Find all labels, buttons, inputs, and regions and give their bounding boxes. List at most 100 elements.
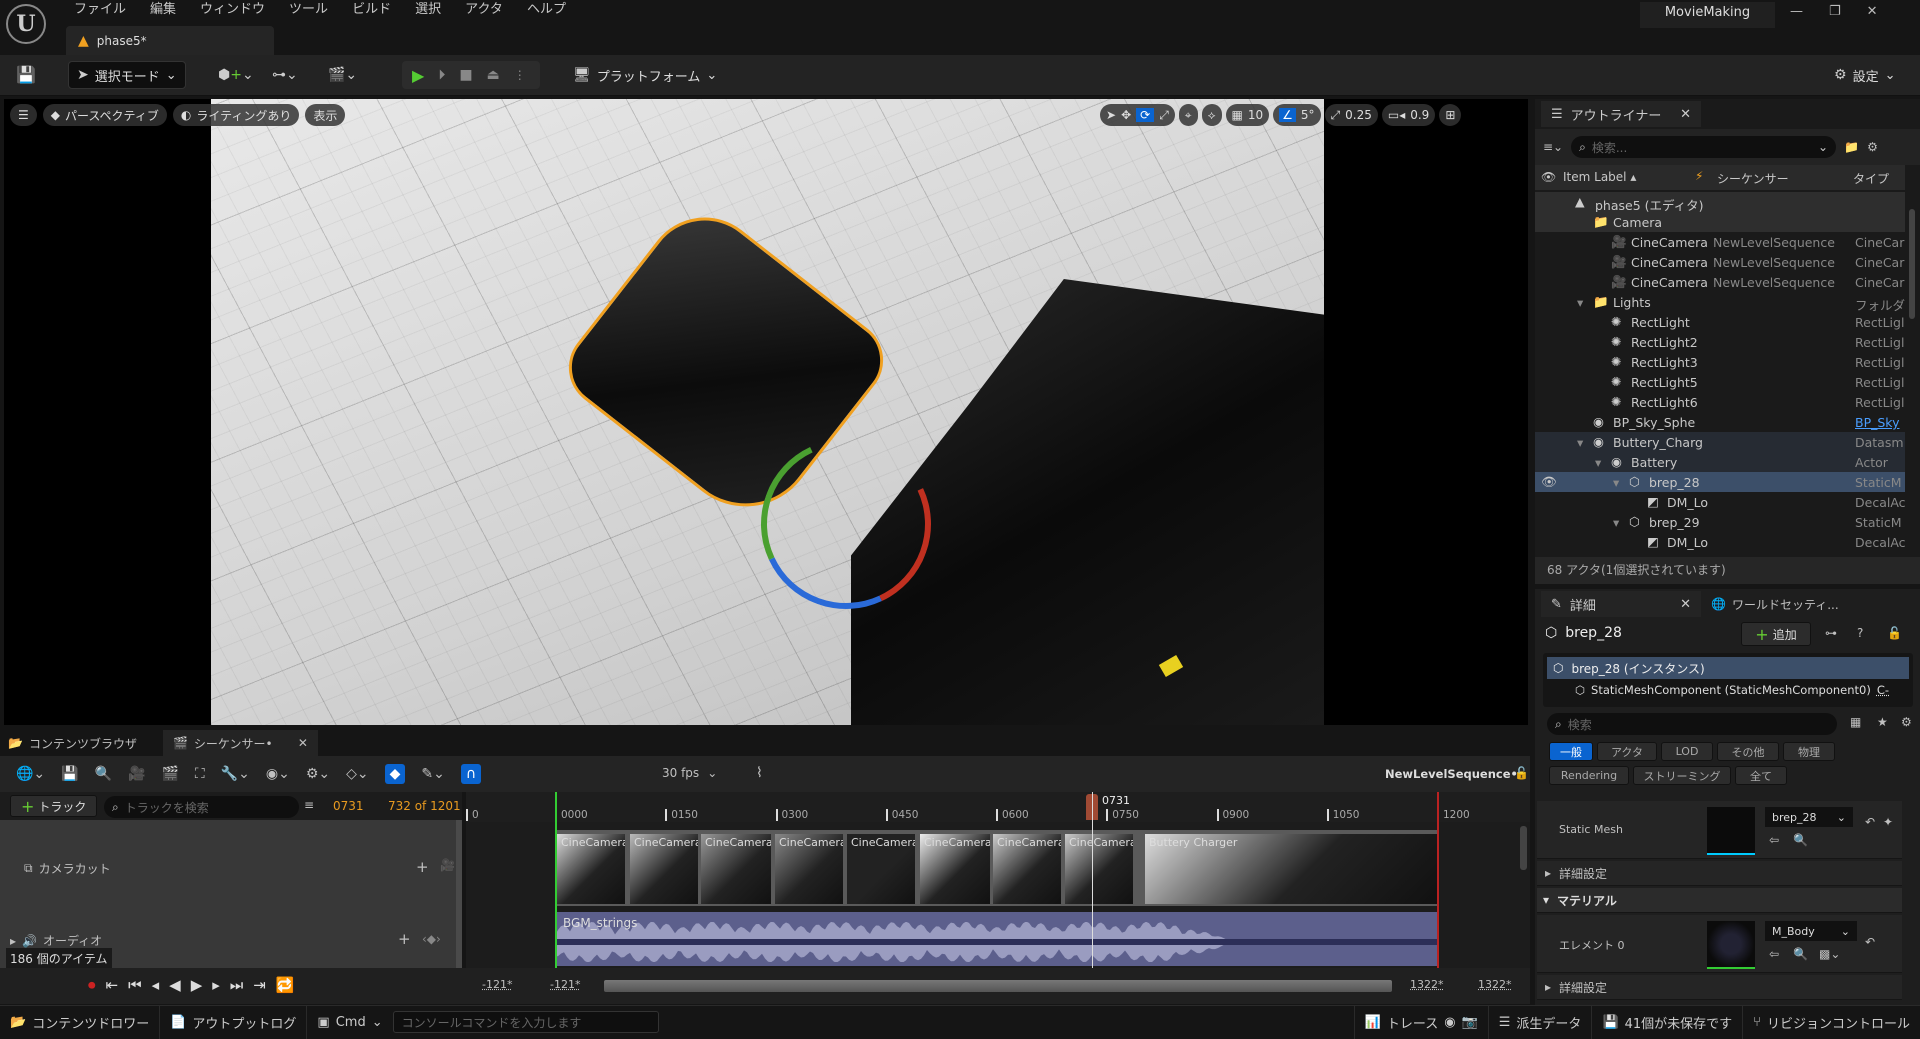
static-mesh-thumbnail[interactable] [1707,807,1755,855]
camera-shot-section[interactable]: CineCameraA [701,834,771,904]
auto-key-icon[interactable]: ◆ [384,764,406,784]
skip-icon[interactable]: ⏵ [438,67,445,83]
hierarchy-icon[interactable]: ⛶ [195,766,205,782]
trace-button[interactable]: 📊 トレース ◉ 📷 [1353,1005,1489,1039]
pen-icon[interactable]: ✎⌄ [421,766,444,782]
outliner-row[interactable]: ▾ ⬡ brep_29 StaticM [1535,512,1905,532]
outliner-row[interactable]: ✺ RectLight5 RectLigl [1535,372,1905,392]
coordinate-system-button[interactable]: ⌖ [1178,104,1198,126]
menu-help[interactable]: ヘルプ [515,0,578,20]
save-icon[interactable]: 💾 [16,67,36,83]
select-tool-icon[interactable]: ➤ [1106,108,1116,122]
record-icon[interactable]: ⏺ [88,976,96,994]
filter-chip[interactable]: 物理 [1783,742,1835,761]
expand-arrow-icon[interactable]: ▾ [1595,455,1601,470]
column-item-label[interactable]: Item Label ▴ [1563,170,1636,184]
keyframe-nav-icon[interactable]: ‹◆› [422,932,441,946]
view-range-start[interactable]: -121* [482,978,512,991]
outliner-row[interactable]: ▾ ◉ Battery Actor [1535,452,1905,472]
world-icon[interactable]: 🌐⌄ [16,766,45,782]
filter-chip[interactable]: 一般 [1549,742,1593,761]
minimize-icon[interactable]: — [1790,4,1803,19]
camera-shot-section[interactable]: CineCameraA [847,834,915,904]
end-marker[interactable] [1437,792,1439,968]
add-folder-icon[interactable]: 📁 [1844,140,1859,154]
details-tab[interactable]: ✎ 詳細 ✕ [1541,591,1701,617]
browse-icon[interactable]: 🔍 [1793,947,1808,961]
camera-shot-section[interactable]: CineCameraA [630,834,698,904]
blueprint-icon[interactable]: ⊶⌄ [272,68,298,82]
camera-cut-track[interactable]: ⧉ カメラカット [24,860,111,877]
camera-speed-button[interactable]: ▭◂ 0.9 [1381,104,1436,126]
save-icon[interactable]: 💾 [61,766,78,782]
start-marker[interactable] [555,792,557,968]
revision-control-button[interactable]: ⑂ リビジョンコントロール [1743,1006,1920,1039]
outliner-row[interactable]: ✺ RectLight6 RectLigl [1535,392,1905,412]
filter-chip[interactable]: アクタ [1597,742,1657,761]
use-selected-icon[interactable]: ⇦ [1769,947,1779,961]
material-section[interactable]: ▾ マテリアル [1537,888,1902,913]
world-settings-tab[interactable]: 🌐 ワールドセッティ... [1705,591,1839,617]
viewport-scene[interactable] [211,99,1324,725]
viewport-menu-button[interactable]: ☰ [10,104,37,126]
add-audio-icon[interactable]: + [398,930,411,948]
menu-tools[interactable]: ツール [277,0,340,20]
menu-edit[interactable]: 編集 [138,0,188,20]
add-camera-cut-icon[interactable]: + [416,858,429,876]
fps-dropdown[interactable]: 30 fps ⌄ [662,766,717,780]
audio-track[interactable]: ▸ 🔊 オーディオ [10,932,102,949]
playhead-line[interactable] [1092,792,1093,968]
playback-range-end[interactable]: 1322* [1410,978,1444,991]
wrench-icon[interactable]: 🔧⌄ [221,766,250,782]
component-row[interactable]: ⬡ StaticMeshComponent (StaticMeshComponen… [1543,679,1905,701]
track-list-scrollbar[interactable] [456,820,462,968]
jump-start-icon[interactable]: ⇤ [106,976,119,994]
playback-range-start[interactable]: -121* [550,978,580,991]
filter-chip[interactable]: ストリーミング [1633,766,1731,785]
close-icon[interactable]: ✕ [1680,597,1691,612]
tab-sequencer[interactable]: 🎬 シーケンサー• ✕ [162,730,318,756]
camera-shot-section[interactable]: CineCamera [775,834,843,904]
prev-key-icon[interactable]: ⏮ [128,976,142,994]
platform-dropdown[interactable]: 🖥 プラットフォーム ⌄ [565,61,725,89]
reset-icon[interactable]: ↶ [1865,815,1875,829]
nanite-icon[interactable]: ✦ [1883,815,1893,829]
audio-clip[interactable]: BGM_strings [555,912,1437,966]
close-icon[interactable]: ✕ [1680,107,1691,122]
material-dropdown[interactable]: M_Body ⌄ [1765,921,1857,941]
output-log-button[interactable]: 📄 アウトプットログ [160,1005,308,1039]
outliner-row[interactable]: ▾ 📁 Lights フォルダ [1535,292,1905,313]
outliner-search-input[interactable]: ⌕ 検索... ⌄ [1571,136,1837,158]
snap-magnet-icon[interactable]: ∩ [460,764,482,784]
perspective-button[interactable]: ◆ パースペクティブ [42,104,167,126]
lighting-button[interactable]: ◐ ライティングあり [172,104,300,126]
camera-icon[interactable]: 🎥 [440,858,455,872]
expand-arrow-icon[interactable]: ▾ [1577,435,1583,450]
select-mode-dropdown[interactable]: ➤ 選択モード ⌄ [68,61,186,89]
play-icon[interactable]: ▶ [191,976,203,994]
content-drawer-button[interactable]: 📂 コンテンツドロワー [0,1005,161,1039]
advanced-section-2[interactable]: ▸ 詳細設定 [1537,975,1902,1000]
filter-icon[interactable]: ≡⌄ [1543,140,1563,154]
use-selected-icon[interactable]: ⇦ [1769,833,1779,847]
settings-button[interactable]: ⚙ 設定 ⌄ [1826,61,1903,89]
tab-content-browser[interactable]: 📂 コンテンツブラウザ [0,730,145,756]
view-range-end[interactable]: 1322* [1478,978,1512,991]
jump-end-icon[interactable]: ⇥ [253,976,266,994]
current-frame[interactable]: 0731 [333,799,364,813]
visibility-icon[interactable]: 👁 [1541,474,1557,490]
surface-snap-button[interactable]: ⟡ [1201,104,1222,126]
derived-data-button[interactable]: ☰ 派生データ [1489,1005,1593,1039]
outliner-tab[interactable]: ☰ アウトライナー ✕ [1541,101,1701,127]
camera-shot-section[interactable]: CineCameraA [920,834,990,904]
camera-shot-section[interactable]: CineCameraA [993,834,1061,904]
menu-actor[interactable]: アクタ [453,0,515,20]
range-slider[interactable] [604,980,1392,992]
scale-tool-icon[interactable]: ⤢ [1159,108,1169,123]
instance-row[interactable]: ⬡ brep_28 (インスタンス) [1547,657,1909,679]
unreal-logo[interactable]: U [6,4,46,44]
show-button[interactable]: 表示 [305,104,346,126]
column-sequencer[interactable]: シーケンサー [1717,170,1789,187]
expand-arrow-icon[interactable]: ▾ [1613,515,1619,530]
key-icon[interactable]: ◇⌄ [346,766,369,782]
